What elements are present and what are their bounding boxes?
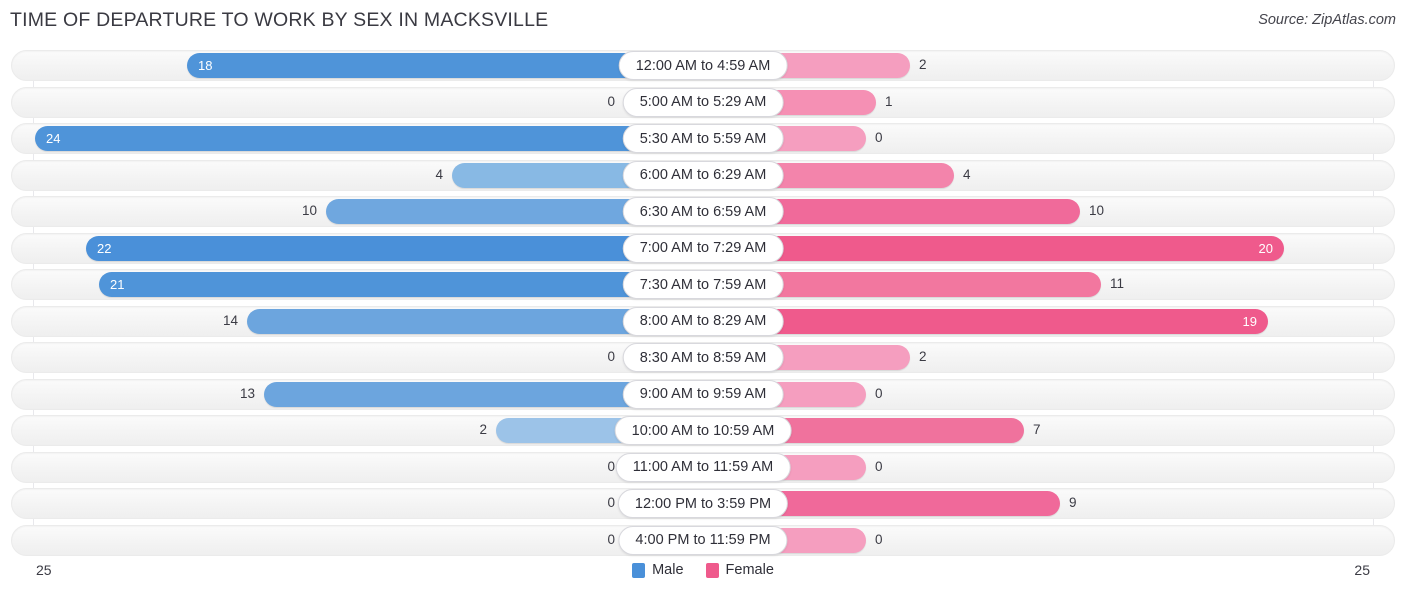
bar-value-male: 21 [110, 277, 125, 292]
bar-value-female: 4 [963, 166, 971, 182]
bar-value-male: 13 [239, 385, 255, 401]
bar-female[interactable]: 20 [714, 235, 1284, 261]
bar-value-female: 7 [1033, 422, 1041, 437]
table-row: 14 19 8:00 AM to 8:29 AM [11, 305, 1395, 337]
table-row: 10 10 6:30 AM to 6:59 AM [11, 196, 1395, 227]
chart-header: TIME OF DEPARTURE TO WORK BY SEX IN MACK… [0, 0, 1406, 45]
bar-value-male: 0 [607, 349, 615, 364]
table-row: 13 0 9:00 AM to 9:59 AM [11, 378, 1395, 410]
category-label: 5:30 AM to 5:59 AM [622, 124, 784, 153]
bar-value-male: 0 [607, 458, 615, 474]
category-label: 7:00 AM to 7:29 AM [622, 233, 784, 263]
bar-male[interactable]: 18 [187, 53, 692, 78]
table-row: 0 2 8:30 AM to 8:59 AM [11, 342, 1395, 373]
legend-swatch-female [705, 562, 719, 578]
bar-value-female: 0 [875, 130, 883, 145]
bar-female[interactable]: 19 [714, 308, 1268, 334]
legend-item-male[interactable]: Male [632, 562, 684, 578]
bar-value-female: 0 [875, 385, 883, 401]
legend-swatch-male [632, 562, 646, 578]
table-row: 0 1 5:00 AM to 5:29 AM [11, 86, 1395, 118]
bar-value-female: 1 [885, 93, 893, 109]
bar-value-female: 9 [1069, 495, 1077, 510]
bar-value-male: 0 [607, 531, 615, 547]
legend-label-female: Female [725, 562, 774, 578]
category-label: 6:30 AM to 6:59 AM [622, 197, 784, 226]
legend-item-female[interactable]: Female [705, 562, 774, 578]
bar-rows-container: 18 2 12:00 AM to 4:59 AM 0 1 5:00 AM to 5:29 … [0, 50, 1406, 556]
bar-value-female: 19 [1242, 313, 1257, 329]
bar-value-female: 0 [875, 531, 883, 547]
bar-value-female: 2 [919, 57, 927, 72]
table-row: 21 11 7:30 AM to 7:59 AM [11, 269, 1395, 300]
category-label: 7:30 AM to 7:59 AM [622, 270, 784, 299]
category-label: 5:00 AM to 5:29 AM [622, 87, 784, 117]
bar-value-male: 0 [607, 93, 615, 109]
source-label: Source: ZipAtlas.com [1258, 12, 1396, 28]
table-row: 24 0 5:30 AM to 5:59 AM [11, 123, 1395, 154]
category-label: 12:00 PM to 3:59 PM [617, 489, 789, 518]
bar-value-female: 0 [875, 458, 883, 474]
category-label: 12:00 AM to 4:59 AM [618, 51, 788, 80]
bar-male[interactable]: 21 [99, 272, 692, 297]
bar-value-male: 22 [97, 240, 112, 256]
bar-value-female: 20 [1258, 240, 1273, 256]
chart-footer: 25 25 Male Female [0, 554, 1406, 594]
bar-male[interactable]: 22 [86, 235, 692, 261]
chart-page: TIME OF DEPARTURE TO WORK BY SEX IN MACK… [0, 0, 1406, 594]
chart-plot-area: 18 2 12:00 AM to 4:59 AM 0 1 5:00 AM to 5:29 … [0, 50, 1406, 556]
bar-value-male: 14 [222, 312, 238, 328]
category-label: 8:30 AM to 8:59 AM [622, 343, 784, 372]
table-row: 18 2 12:00 AM to 4:59 AM [11, 50, 1395, 81]
category-label: 11:00 AM to 11:59 AM [615, 452, 791, 482]
bar-male[interactable]: 24 [35, 126, 692, 151]
table-row: 0 9 12:00 PM to 3:59 PM [11, 488, 1395, 519]
legend-label-male: Male [652, 562, 684, 578]
bar-value-male: 4 [435, 166, 443, 182]
chart-legend: Male Female [0, 562, 1406, 578]
table-row: 2 7 10:00 AM to 10:59 AM [11, 415, 1395, 446]
bar-value-male: 0 [607, 495, 615, 510]
bar-value-male: 10 [301, 203, 317, 218]
bar-value-male: 2 [479, 422, 487, 437]
bar-value-female: 2 [919, 349, 927, 364]
category-label: 6:00 AM to 6:29 AM [622, 160, 784, 190]
category-label: 4:00 PM to 11:59 PM [618, 525, 788, 555]
category-label: 10:00 AM to 10:59 AM [614, 416, 792, 445]
category-label: 8:00 AM to 8:29 AM [622, 306, 784, 336]
bar-value-male: 24 [46, 131, 61, 146]
bar-value-female: 11 [1110, 276, 1125, 291]
bar-value-female: 10 [1089, 203, 1105, 218]
table-row: 22 20 7:00 AM to 7:29 AM [11, 232, 1395, 264]
page-title: TIME OF DEPARTURE TO WORK BY SEX IN MACK… [10, 9, 549, 31]
bar-value-male: 18 [198, 58, 213, 73]
table-row: 4 4 6:00 AM to 6:29 AM [11, 159, 1395, 191]
table-row: 0 0 11:00 AM to 11:59 AM [11, 451, 1395, 483]
table-row: 0 0 4:00 PM to 11:59 PM [11, 524, 1395, 556]
category-label: 9:00 AM to 9:59 AM [622, 379, 784, 409]
